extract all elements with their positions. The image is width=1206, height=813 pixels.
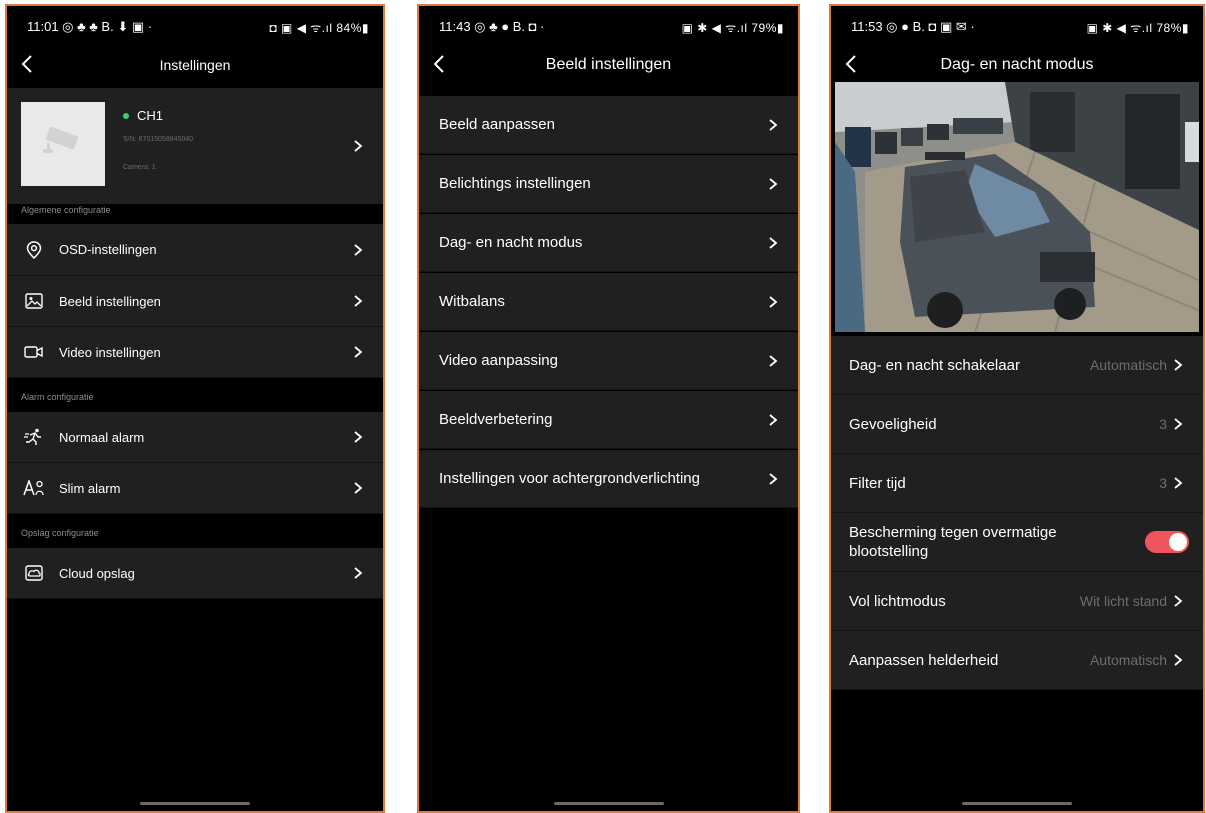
device-card[interactable]: CH1 S/N: 87015058845040 Camera: 1 [7,88,383,204]
page-title: Dag- en nacht modus [940,56,1094,73]
section-general: Algemene configuratie [21,205,111,215]
chevron-right-icon [354,140,363,152]
page-title: Beeld instellingen [545,56,672,73]
menu-item-smart-alarm[interactable]: Slim alarm [7,463,383,514]
setting-value: 3 [1159,416,1167,432]
home-indicator[interactable] [962,802,1072,805]
nav-bar: Instellingen [7,48,383,82]
setting-sensitivity[interactable]: Gevoeligheid 3 [831,395,1203,454]
nav-bar: Beeld instellingen [419,48,798,82]
menu-item-beeld-aanpassen[interactable]: Beeld aanpassen [419,96,798,154]
status-icons: ▣ ✱ ◀ ᯤ.ıl 78%▮ [1086,20,1189,35]
camera-preview-image [835,82,1199,332]
image-icon [23,290,45,312]
menu-item-normal-alarm[interactable]: Normaal alarm [7,412,383,463]
chevron-right-icon [1174,654,1183,666]
menu-item-beeldverbetering[interactable]: Beeldverbetering [419,391,798,449]
status-bar: 11:53 ◎ ● B. ◘ ▣ ✉ · ▣ ✱ ◀ ᯤ.ıl 78%▮ [831,6,1203,48]
cloud-storage-icon [23,562,45,584]
back-icon[interactable] [845,54,865,76]
status-icons: ▣ ✱ ◀ ᯤ.ıl 79%▮ [681,20,784,35]
menu-item-dag-nacht-modus[interactable]: Dag- en nacht modus [419,214,798,272]
menu-item-belichtings-instellingen[interactable]: Belichtings instellingen [419,155,798,213]
nav-bar: Dag- en nacht modus [831,48,1203,82]
home-indicator[interactable] [140,802,250,805]
setting-value: Wit licht stand [1079,593,1167,609]
status-icons: ◘ ▣ ◀ ᯤ.ıl 84%▮ [269,20,369,35]
section-storage: Opslag configuratie [21,528,99,538]
chevron-right-icon [1174,418,1183,430]
chevron-right-icon [769,295,778,308]
setting-value: Automatisch [1089,652,1167,668]
chevron-right-icon [769,472,778,485]
smart-ai-icon [23,477,45,499]
chevron-right-icon [1174,359,1183,371]
setting-day-night-switch[interactable]: Dag- en nacht schakelaar Automatisch [831,336,1203,395]
setting-full-light-mode[interactable]: Vol lichtmodus Wit licht stand [831,572,1203,631]
chevron-right-icon [1174,477,1183,489]
setting-overexposure-protection: Bescherming tegen overmatige blootstelli… [831,513,1203,572]
camera-thumbnail [21,102,105,186]
menu-item-witbalans[interactable]: Witbalans [419,273,798,331]
chevron-right-icon [354,295,363,307]
status-bar: 11:43 ◎ ♣ ● B. ◘ · ▣ ✱ ◀ ᯤ.ıl 79%▮ [419,6,798,48]
chevron-right-icon [769,413,778,426]
overexposure-toggle[interactable] [1145,531,1189,553]
screen-instellingen: 11:01 ◎ ♣ ♣ B. ⬇ ▣ · ◘ ▣ ◀ ᯤ.ıl 84%▮ Ins… [5,4,385,813]
device-serial: S/N: 87015058845040 [123,136,194,143]
chevron-right-icon [354,567,363,579]
menu-item-osd[interactable]: OSD-instellingen [7,224,383,276]
video-camera-icon [23,341,45,363]
screen-dag-nacht-modus: 11:53 ◎ ● B. ◘ ▣ ✉ · ▣ ✱ ◀ ᯤ.ıl 78%▮ Dag… [829,4,1205,813]
chevron-right-icon [1174,595,1183,607]
page-title: Instellingen [159,57,231,73]
chevron-right-icon [769,177,778,190]
menu-item-video-settings[interactable]: Video instellingen [7,327,383,378]
menu-item-image-settings[interactable]: Beeld instellingen [7,276,383,327]
toggle-knob [1169,533,1187,551]
menu-item-cloud-storage[interactable]: Cloud opslag [7,548,383,599]
chevron-right-icon [354,346,363,358]
chevron-right-icon [354,482,363,494]
screen-beeld-instellingen: 11:43 ◎ ♣ ● B. ◘ · ▣ ✱ ◀ ᯤ.ıl 79%▮ Beeld… [417,4,800,813]
location-pin-icon [23,239,45,261]
menu-item-video-aanpassing[interactable]: Video aanpassing [419,332,798,390]
chevron-right-icon [769,354,778,367]
setting-value: Automatisch [1089,357,1167,373]
home-indicator[interactable] [553,802,664,805]
chevron-right-icon [769,118,778,131]
chevron-right-icon [769,236,778,249]
chevron-right-icon [354,431,363,443]
status-bar: 11:01 ◎ ♣ ♣ B. ⬇ ▣ · ◘ ▣ ◀ ᯤ.ıl 84%▮ [7,6,383,48]
back-icon[interactable] [433,54,453,76]
status-time: 11:53 ◎ ● B. ◘ ▣ ✉ · [851,19,975,34]
device-name: CH1 [123,108,163,123]
status-time: 11:43 ◎ ♣ ● B. ◘ · [439,19,545,34]
back-icon[interactable] [21,54,41,76]
chevron-right-icon [354,243,363,256]
section-alarm: Alarm configuratie [21,392,94,402]
status-time: 11:01 ◎ ♣ ♣ B. ⬇ ▣ · [27,19,153,34]
camera-live-preview[interactable] [835,82,1199,332]
menu-item-achtergrondverlichting[interactable]: Instellingen voor achtergrondverlichting [419,450,798,508]
setting-filter-time[interactable]: Filter tijd 3 [831,454,1203,513]
camera-icon [43,127,78,153]
device-camera: Camera: 1 [123,164,156,171]
setting-value: 3 [1159,475,1167,491]
running-person-icon [23,426,45,448]
setting-brightness[interactable]: Aanpassen helderheid Automatisch [831,631,1203,690]
online-status-dot [123,112,129,119]
